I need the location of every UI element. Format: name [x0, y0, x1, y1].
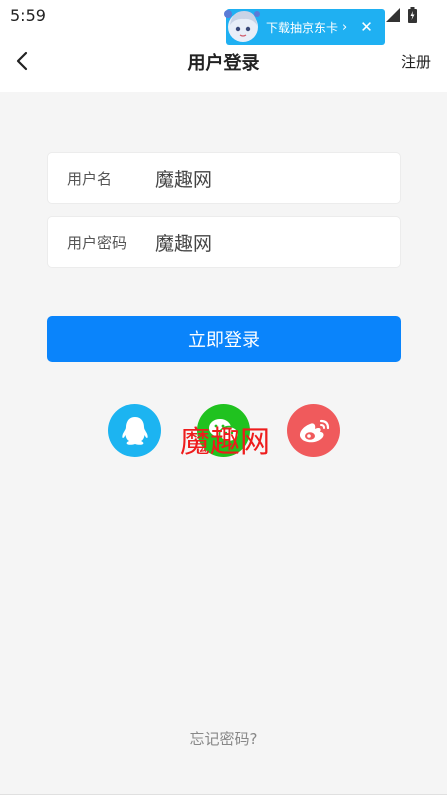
username-field: 用户名 [47, 152, 401, 204]
password-field: 用户密码 [47, 216, 401, 268]
qq-login-button[interactable] [108, 404, 161, 457]
weibo-login-button[interactable] [287, 404, 340, 457]
qq-icon [121, 416, 148, 445]
username-label: 用户名 [67, 170, 113, 188]
promo-text: 下载抽京东卡 [266, 20, 339, 35]
status-time: 5:59 [10, 6, 46, 25]
status-icons [386, 7, 417, 23]
username-input[interactable] [155, 163, 385, 193]
wechat-icon [208, 418, 239, 442]
forgot-password-link[interactable]: 忘记密码? [0, 728, 447, 749]
page-title: 用户登录 [187, 53, 260, 74]
promo-chevron-icon: › [342, 19, 348, 35]
login-button[interactable]: 立即登录 [47, 316, 401, 362]
wechat-login-button[interactable] [197, 404, 250, 457]
signal-icon [386, 8, 400, 22]
promo-banner[interactable]: 下载抽京东卡 › ✕ [224, 9, 385, 45]
weibo-icon [299, 419, 329, 442]
register-link[interactable]: 注册 [401, 51, 431, 72]
password-input[interactable] [155, 227, 385, 257]
mascot-avatar-icon [224, 10, 260, 42]
promo-close-button[interactable]: ✕ [360, 18, 373, 36]
password-label: 用户密码 [67, 234, 128, 252]
battery-icon [408, 7, 417, 23]
